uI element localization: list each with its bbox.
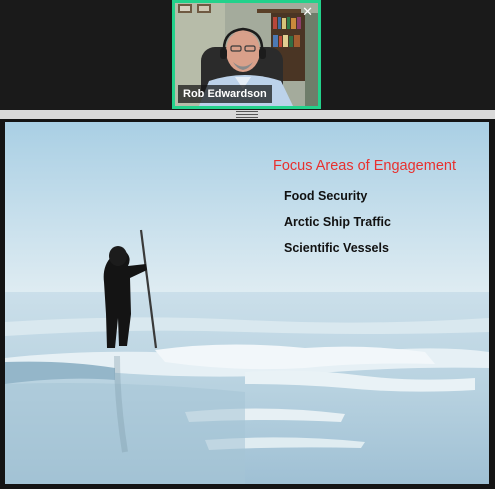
presentation-slide: Focus Areas of Engagement Food Security … bbox=[5, 122, 489, 484]
arctic-ice-scene bbox=[5, 122, 489, 484]
slide-title: Focus Areas of Engagement bbox=[273, 158, 456, 174]
slide-bullet: Scientific Vessels bbox=[284, 241, 389, 255]
close-icon[interactable]: ✕ bbox=[302, 5, 313, 19]
resize-divider[interactable] bbox=[0, 110, 495, 119]
screen-share-area: Focus Areas of Engagement Food Security … bbox=[0, 119, 495, 489]
slide-bullet: Food Security bbox=[284, 189, 368, 203]
slide-bullet: Arctic Ship Traffic bbox=[284, 215, 391, 229]
drag-handle-icon[interactable] bbox=[236, 111, 258, 118]
slide-bullet-list: Food Security Arctic Ship Traffic Scient… bbox=[284, 188, 391, 266]
participant-name-label: Rob Edwardson bbox=[178, 85, 272, 103]
participant-video-tile[interactable]: Rob Edwardson ✕ bbox=[172, 0, 321, 109]
